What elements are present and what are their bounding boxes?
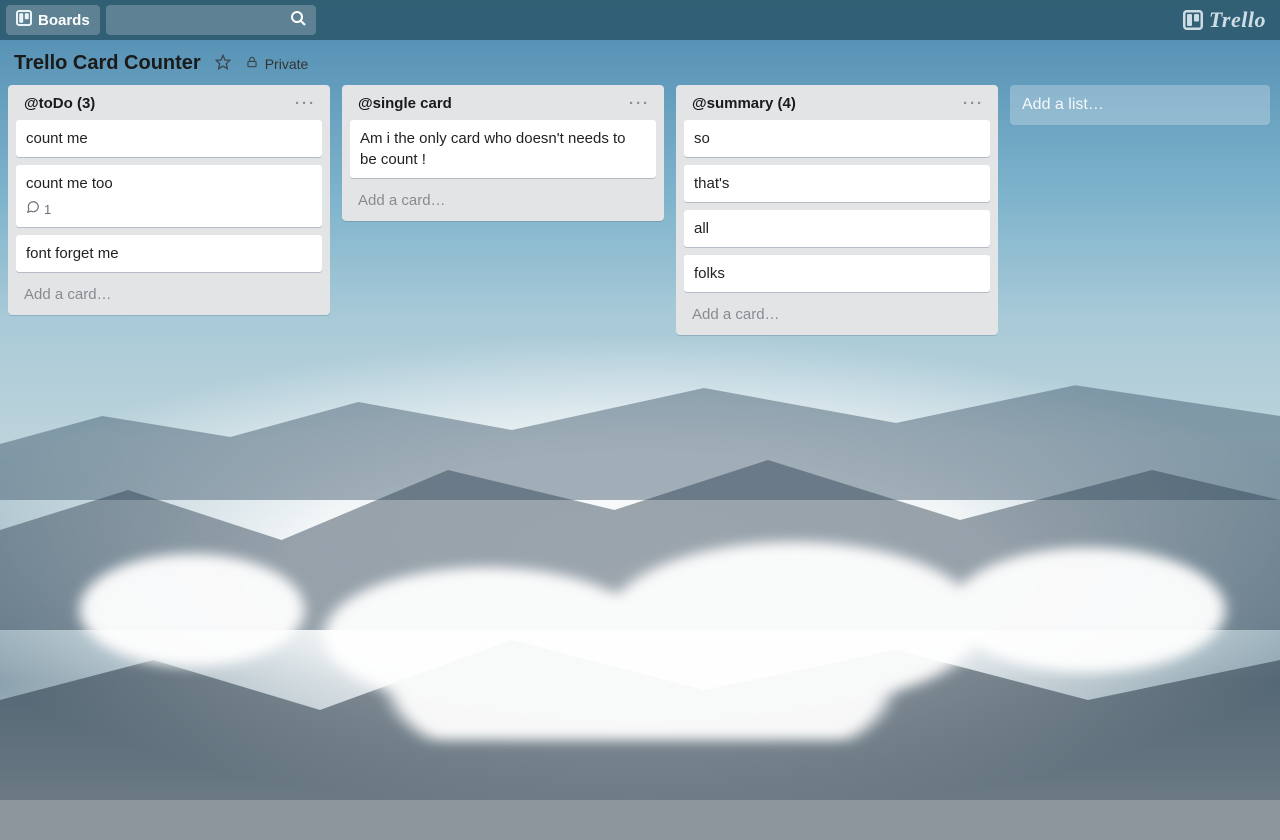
card-title: Am i the only card who doesn't needs to … bbox=[360, 128, 646, 170]
card-title: all bbox=[694, 218, 980, 239]
card-title: font forget me bbox=[26, 243, 312, 264]
visibility-button[interactable]: Private bbox=[245, 55, 309, 72]
list-menu-button[interactable]: ··· bbox=[629, 95, 650, 112]
list-header: @toDo (3) ··· bbox=[16, 93, 322, 120]
list-title[interactable]: @single card bbox=[358, 95, 452, 112]
trello-board-icon bbox=[16, 10, 32, 30]
card[interactable]: that's bbox=[684, 165, 990, 202]
card[interactable]: all bbox=[684, 210, 990, 247]
visibility-label: Private bbox=[265, 56, 309, 72]
boards-button-label: Boards bbox=[38, 12, 90, 29]
card[interactable]: folks bbox=[684, 255, 990, 292]
card-title: folks bbox=[694, 263, 980, 284]
card-title: that's bbox=[694, 173, 980, 194]
card[interactable]: Am i the only card who doesn't needs to … bbox=[350, 120, 656, 178]
comment-icon bbox=[26, 200, 40, 219]
trello-logo-text: Trello bbox=[1209, 7, 1266, 33]
list-header: @single card ··· bbox=[350, 93, 656, 120]
add-card-button[interactable]: Add a card… bbox=[350, 186, 656, 211]
card[interactable]: count me bbox=[16, 120, 322, 157]
list-header: @summary (4) ··· bbox=[684, 93, 990, 120]
list: @single card ··· Am i the only card who do… bbox=[342, 85, 664, 221]
board-title[interactable]: Trello Card Counter bbox=[14, 52, 201, 75]
add-card-button[interactable]: Add a card… bbox=[684, 300, 990, 325]
search-icon bbox=[290, 10, 306, 30]
list-menu-button[interactable]: ··· bbox=[963, 95, 984, 112]
lock-icon bbox=[245, 55, 259, 72]
star-board-button[interactable] bbox=[215, 54, 231, 73]
board-canvas: @toDo (3) ··· count me count me too 1 font fo… bbox=[0, 85, 1280, 335]
list-menu-button[interactable]: ··· bbox=[295, 95, 316, 112]
list-title[interactable]: @toDo (3) bbox=[24, 95, 95, 112]
card-badges: 1 bbox=[26, 200, 312, 219]
card-title: count me bbox=[26, 128, 312, 149]
comment-count: 1 bbox=[44, 201, 51, 219]
card-title: so bbox=[694, 128, 980, 149]
board-header: Trello Card Counter Private bbox=[0, 40, 1280, 85]
list: @summary (4) ··· so that's all folks Add a car… bbox=[676, 85, 998, 335]
app-header: Boards Trello bbox=[0, 0, 1280, 40]
card[interactable]: font forget me bbox=[16, 235, 322, 272]
background-image bbox=[0, 480, 1280, 740]
list-title[interactable]: @summary (4) bbox=[692, 95, 796, 112]
trello-logo[interactable]: Trello bbox=[1183, 0, 1266, 40]
list: @toDo (3) ··· count me count me too 1 font fo… bbox=[8, 85, 330, 315]
add-list-button[interactable]: Add a list… bbox=[1010, 85, 1270, 125]
card[interactable]: count me too 1 bbox=[16, 165, 322, 227]
card[interactable]: so bbox=[684, 120, 990, 157]
search-input[interactable] bbox=[106, 5, 316, 35]
star-icon bbox=[215, 54, 231, 73]
add-card-button[interactable]: Add a card… bbox=[16, 280, 322, 305]
boards-button[interactable]: Boards bbox=[6, 5, 100, 35]
card-title: count me too bbox=[26, 173, 312, 194]
